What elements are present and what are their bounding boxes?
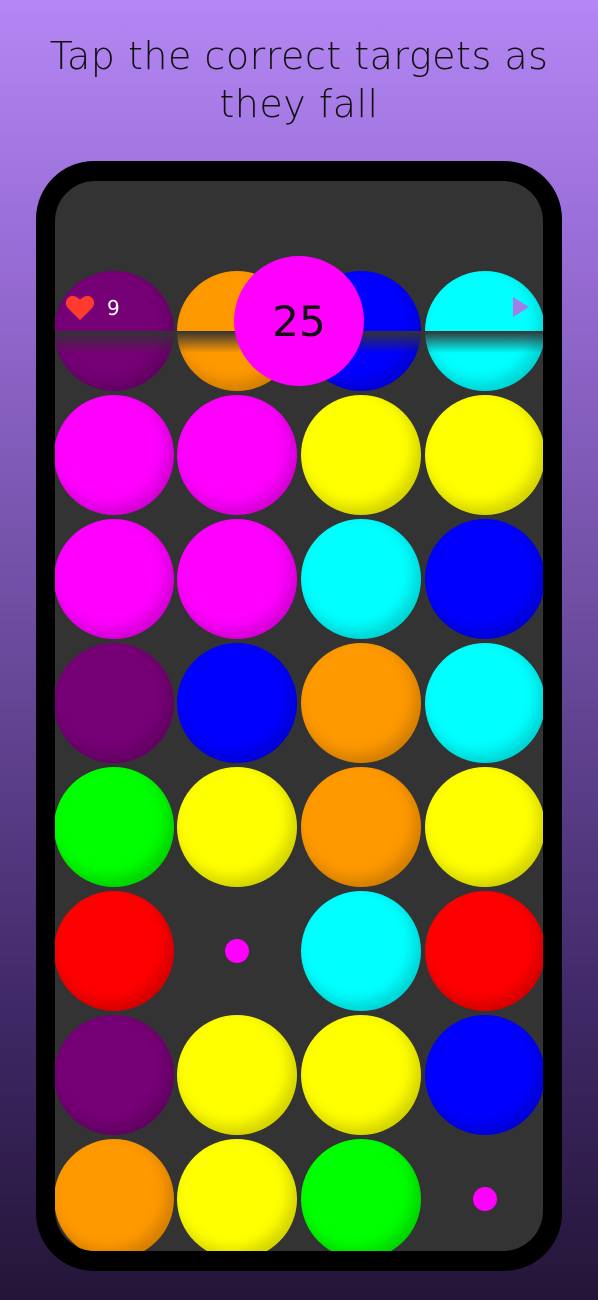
target-ball-orange[interactable] — [55, 1139, 174, 1251]
lives-count: 9 — [107, 296, 120, 320]
ball-grid — [55, 271, 543, 1251]
lives-counter: 9 — [65, 293, 120, 323]
target-ball-cyan[interactable] — [301, 891, 421, 1011]
target-ball-yellow[interactable] — [301, 395, 421, 515]
phone-frame: 9 25 — [36, 161, 562, 1271]
target-ball-cyan[interactable] — [425, 643, 543, 763]
target-ball-yellow[interactable] — [177, 1139, 297, 1251]
target-ball-green[interactable] — [55, 767, 174, 887]
target-ball-magenta[interactable] — [177, 395, 297, 515]
score-bubble: 25 — [234, 256, 364, 386]
target-ball-cyan[interactable] — [301, 519, 421, 639]
target-ball-purple[interactable] — [55, 271, 174, 391]
heart-icon — [65, 295, 95, 321]
game-screen: 9 25 — [55, 181, 543, 1251]
target-ball-magenta[interactable] — [177, 519, 297, 639]
target-ball-yellow[interactable] — [425, 767, 543, 887]
target-ball-magenta[interactable] — [55, 395, 174, 515]
play-icon[interactable] — [513, 297, 529, 317]
small-target-magenta[interactable] — [473, 1187, 497, 1211]
target-ball-purple[interactable] — [55, 1015, 174, 1135]
target-ball-orange[interactable] — [301, 767, 421, 887]
target-ball-green[interactable] — [301, 1139, 421, 1251]
instruction-caption: Tap the correct targets as they fall — [49, 34, 549, 126]
target-ball-yellow[interactable] — [177, 767, 297, 887]
target-ball-purple[interactable] — [55, 643, 174, 763]
target-ball-cyan[interactable] — [425, 271, 543, 391]
target-ball-blue[interactable] — [425, 519, 543, 639]
target-ball-orange[interactable] — [301, 643, 421, 763]
target-ball-yellow[interactable] — [177, 1015, 297, 1135]
target-ball-yellow[interactable] — [425, 395, 543, 515]
target-ball-red[interactable] — [425, 891, 543, 1011]
small-target-magenta[interactable] — [225, 939, 249, 963]
target-ball-yellow[interactable] — [301, 1015, 421, 1135]
target-ball-blue[interactable] — [177, 643, 297, 763]
target-ball-red[interactable] — [55, 891, 174, 1011]
target-ball-magenta[interactable] — [55, 519, 174, 639]
target-ball-blue[interactable] — [425, 1015, 543, 1135]
